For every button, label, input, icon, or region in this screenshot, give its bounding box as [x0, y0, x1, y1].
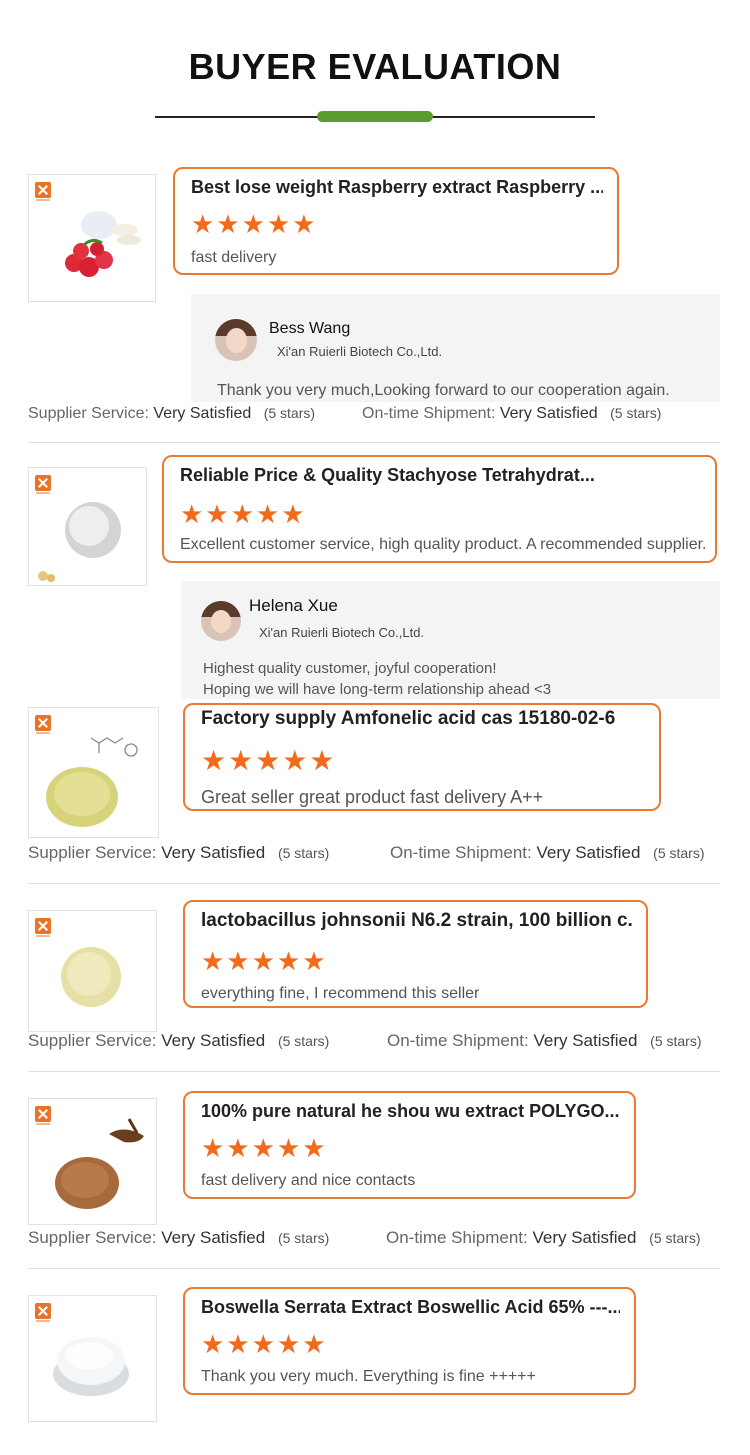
- ontime-shipment-rating: On-time Shipment: Very Satisfied (5 star…: [387, 1031, 702, 1050]
- reply-company: Xi'an Ruierli Biotech Co.,Ltd.: [259, 625, 425, 640]
- product-thumbnail[interactable]: [28, 1098, 157, 1225]
- white-powder-image: [38, 502, 121, 582]
- supplier-service-rating: Supplier Service: Very Satisfied (5 star…: [28, 405, 316, 422]
- page-title: BUYER EVALUATION: [188, 46, 562, 87]
- product-title-link[interactable]: Boswella Serrata Extract Boswellic Acid …: [201, 1297, 620, 1318]
- review-card: Reliable Price & Quality Stachyose Tetra…: [162, 455, 717, 563]
- cream-powder-image: [61, 947, 121, 1007]
- reply-author-name: Helena Xue: [249, 596, 338, 615]
- divider: [28, 442, 720, 443]
- rating-stars: ★★★★★: [201, 1133, 328, 1163]
- rating-stars: ★★★★★: [191, 209, 318, 239]
- reply-message: Thank you very much,Looking forward to o…: [217, 382, 670, 399]
- reply-message: Highest quality customer, joyful coopera…: [203, 660, 497, 677]
- product-title-link[interactable]: Best lose weight Raspberry extract Raspb…: [191, 177, 603, 198]
- brown-powder-root-image: [55, 1118, 144, 1209]
- reply-company: Xi'an Ruierli Biotech Co.,Ltd.: [277, 344, 443, 359]
- review-card: Factory supply Amfonelic acid cas 15180-…: [183, 703, 661, 811]
- review-card: lactobacillus johnsonii N6.2 strain, 100…: [183, 900, 648, 1008]
- product-thumbnail[interactable]: [28, 910, 157, 1032]
- review-card: 100% pure natural he shou wu extract POL…: [183, 1091, 636, 1199]
- reply-author-name: Bess Wang: [269, 320, 351, 337]
- ontime-shipment-rating: On-time Shipment: Very Satisfied (5 star…: [390, 843, 705, 862]
- rating-stars: ★★★★★: [201, 1329, 328, 1359]
- avatar: [201, 601, 241, 641]
- product-thumbnail[interactable]: [28, 467, 147, 586]
- raspberry-capsules-image: [65, 211, 141, 277]
- divider: [28, 883, 720, 884]
- divider: [28, 1268, 720, 1269]
- yellow-powder-image: [46, 737, 138, 827]
- rating-stars: ★★★★★: [201, 745, 337, 776]
- product-thumbnail[interactable]: [28, 1295, 157, 1422]
- product-thumbnail[interactable]: [28, 174, 156, 302]
- review-card: Boswella Serrata Extract Boswellic Acid …: [183, 1287, 636, 1395]
- seller-reply: Helena Xue Xi'an Ruierli Biotech Co.,Ltd…: [181, 581, 720, 699]
- product-title-link[interactable]: lactobacillus johnsonii N6.2 strain, 100…: [201, 910, 632, 932]
- seller-reply: Bess Wang Xi'an Ruierli Biotech Co.,Ltd.…: [191, 294, 720, 402]
- review-text: Excellent customer service, high quality…: [180, 536, 707, 553]
- review-text: everything fine, I recommend this seller: [201, 985, 480, 1002]
- review-card: Best lose weight Raspberry extract Raspb…: [173, 167, 619, 275]
- review-text: Thank you very much. Everything is fine …: [201, 1368, 536, 1385]
- rating-stars: ★★★★★: [201, 946, 328, 976]
- review-text: fast delivery and nice contacts: [201, 1172, 416, 1189]
- product-title-link[interactable]: Reliable Price & Quality Stachyose Tetra…: [180, 465, 701, 486]
- product-title-link[interactable]: Factory supply Amfonelic acid cas 15180-…: [201, 708, 645, 730]
- product-thumbnail[interactable]: [28, 707, 159, 838]
- product-title-link[interactable]: 100% pure natural he shou wu extract POL…: [201, 1101, 620, 1122]
- ontime-shipment-rating: On-time Shipment: Very Satisfied (5 star…: [362, 405, 662, 422]
- rating-stars: ★★★★★: [180, 499, 307, 529]
- reply-message: Hoping we will have long-term relationsh…: [203, 681, 552, 698]
- supplier-service-rating: Supplier Service: Very Satisfied (5 star…: [28, 1031, 330, 1050]
- title-divider-accent: [317, 111, 433, 122]
- white-powder-bowl-image: [53, 1337, 129, 1396]
- review-text: Great seller great product fast delivery…: [201, 787, 544, 807]
- ontime-shipment-rating: On-time Shipment: Very Satisfied (5 star…: [386, 1228, 701, 1247]
- avatar: [215, 319, 257, 361]
- divider: [28, 1071, 720, 1072]
- review-text: fast delivery: [191, 249, 277, 266]
- supplier-service-rating: Supplier Service: Very Satisfied (5 star…: [28, 843, 330, 862]
- supplier-service-rating: Supplier Service: Very Satisfied (5 star…: [28, 1228, 330, 1247]
